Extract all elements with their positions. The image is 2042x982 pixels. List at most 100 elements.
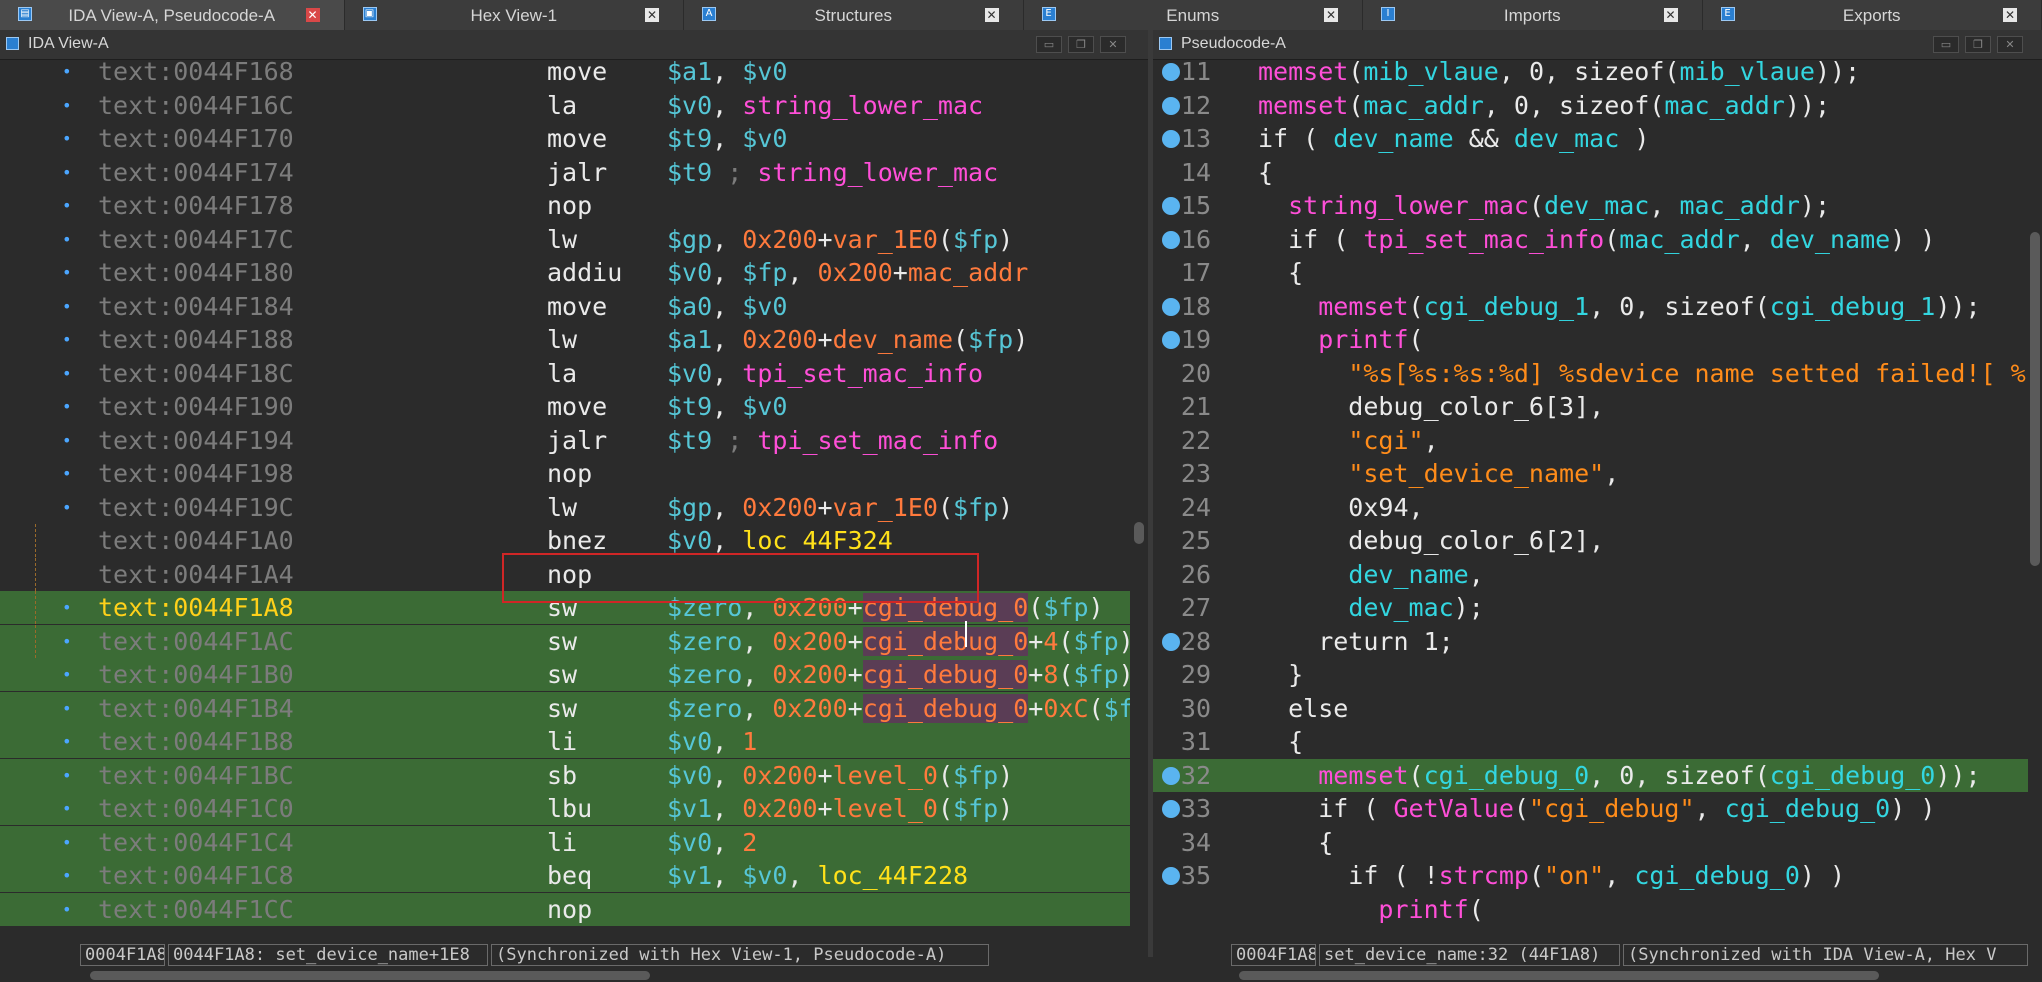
disasm-row[interactable]: •text:0044F1C0lbu$v1, 0x200+level_0($fp) <box>0 792 1130 825</box>
horizontal-scrollbar[interactable] <box>80 968 1130 982</box>
restore-icon[interactable]: ▭ <box>1933 36 1959 53</box>
disasm-row[interactable]: •text:0044F1B4sw$zero, 0x200+cgi_debug_0… <box>0 692 1130 725</box>
code-token: ( <box>1348 60 1363 86</box>
close-icon[interactable]: ✕ <box>1324 8 1338 22</box>
pseudocode-line[interactable]: 35 if ( !strcmp("on", cgi_debug_0) ) <box>1153 859 2028 892</box>
disassembly-listing[interactable]: •text:0044F168move$a1, $v0•text:0044F16C… <box>0 60 1130 944</box>
line-number: 30 <box>1153 692 1211 725</box>
disasm-row[interactable]: •text:0044F170move$t9, $v0 <box>0 122 1130 155</box>
disasm-row[interactable]: •text:0044F168move$a1, $v0 <box>0 60 1130 88</box>
scrollbar-thumb[interactable] <box>1134 522 1144 544</box>
pseudocode-line[interactable]: 13if ( dev_name && dev_mac ) <box>1153 122 2028 155</box>
pseudocode-line[interactable]: 17 { <box>1153 256 2028 289</box>
disasm-row[interactable]: •text:0044F190move$t9, $v0 <box>0 390 1130 423</box>
pseudocode-line[interactable]: 33 if ( GetValue("cgi_debug", cgi_debug_… <box>1153 792 2028 825</box>
branch-arrow <box>35 625 37 658</box>
scrollbar-thumb[interactable] <box>2030 232 2040 566</box>
pseudocode-line[interactable]: 15 string_lower_mac(dev_mac, mac_addr); <box>1153 189 2028 222</box>
close-icon[interactable]: ✕ <box>1664 8 1678 22</box>
close-icon[interactable]: ✕ <box>645 8 659 22</box>
tab-imports[interactable]: IImports✕ <box>1363 0 1703 30</box>
source-text: { <box>1258 725 1303 758</box>
tab-exports[interactable]: EExports✕ <box>1703 0 2042 30</box>
tab-enums[interactable]: EEnums✕ <box>1024 0 1364 30</box>
pseudocode-line[interactable]: 34 { <box>1153 826 2028 859</box>
vertical-scrollbar[interactable] <box>2028 60 2042 944</box>
code-token: )); <box>1815 60 1860 86</box>
disasm-row[interactable]: •text:0044F194jalr$t9 ; tpi_set_mac_info <box>0 424 1130 457</box>
pseudocode-line[interactable]: 24 0x94, <box>1153 491 2028 524</box>
line-number: 19 <box>1153 323 1211 356</box>
code-token: memset <box>1258 60 1348 86</box>
code-token: , <box>1695 794 1725 823</box>
pseudocode-line[interactable]: 28 return 1; <box>1153 625 2028 658</box>
disasm-row[interactable]: •text:0044F198nop <box>0 457 1130 490</box>
source-text: memset(cgi_debug_1, 0, sizeof(cgi_debug_… <box>1258 290 1981 323</box>
pseudocode-line[interactable]: 32 memset(cgi_debug_0, 0, sizeof(cgi_deb… <box>1153 759 2028 792</box>
disasm-row[interactable]: •text:0044F17Clw$gp, 0x200+var_1E0($fp) <box>0 223 1130 256</box>
pseudocode-line[interactable]: 30 else <box>1153 692 2028 725</box>
close-icon[interactable]: ✕ <box>1100 36 1126 53</box>
scrollbar-thumb[interactable] <box>90 971 650 980</box>
code-token: if ( <box>1258 124 1333 153</box>
disasm-row[interactable]: •text:0044F16Cla$v0, string_lower_mac <box>0 89 1130 122</box>
restore-icon[interactable]: ▭ <box>1036 36 1062 53</box>
breakpoint-dot-icon: • <box>62 323 72 356</box>
source-text: memset(cgi_debug_0, 0, sizeof(cgi_debug_… <box>1258 759 1981 792</box>
pseudocode-line[interactable]: 27 dev_mac); <box>1153 591 2028 624</box>
code-token: if ( ! <box>1258 861 1439 890</box>
pseudocode-line[interactable]: printf( <box>1153 893 2028 926</box>
pseudocode-line[interactable]: 23 "set_device_name", <box>1153 457 2028 490</box>
source-text: "set_device_name", <box>1258 457 1619 490</box>
line-number: 32 <box>1153 759 1211 792</box>
disasm-row[interactable]: •text:0044F1B8li$v0, 1 <box>0 725 1130 758</box>
operand-token: $t9 <box>667 392 712 421</box>
pseudocode-line[interactable]: 25 debug_color_6[2], <box>1153 524 2028 557</box>
disasm-row[interactable]: •text:0044F174jalr$t9 ; string_lower_mac <box>0 156 1130 189</box>
disasm-row[interactable]: •text:0044F184move$a0, $v0 <box>0 290 1130 323</box>
scrollbar-thumb[interactable] <box>1239 971 1879 980</box>
tab-structures[interactable]: AStructures✕ <box>684 0 1024 30</box>
source-text: if ( !strcmp("on", cgi_debug_0) ) <box>1258 859 1845 892</box>
pseudocode-listing[interactable]: 11memset(mib_vlaue, 0, sizeof(mib_vlaue)… <box>1153 60 2028 944</box>
pseudocode-line[interactable]: 11memset(mib_vlaue, 0, sizeof(mib_vlaue)… <box>1153 60 2028 88</box>
close-icon[interactable]: ✕ <box>985 8 999 22</box>
pseudocode-line[interactable]: 29 } <box>1153 658 2028 691</box>
pseudocode-line[interactable]: 12memset(mac_addr, 0, sizeof(mac_addr)); <box>1153 89 2028 122</box>
disasm-row[interactable]: •text:0044F18Cla$v0, tpi_set_mac_info <box>0 357 1130 390</box>
pseudocode-line[interactable]: 18 memset(cgi_debug_1, 0, sizeof(cgi_deb… <box>1153 290 2028 323</box>
vertical-scrollbar[interactable] <box>1132 60 1146 944</box>
close-icon[interactable]: ✕ <box>306 8 320 22</box>
close-icon[interactable]: ✕ <box>2003 8 2017 22</box>
maximize-icon[interactable]: ❐ <box>1068 36 1094 53</box>
disasm-row[interactable]: •text:0044F1BCsb$v0, 0x200+level_0($fp) <box>0 759 1130 792</box>
line-number: 21 <box>1153 390 1211 423</box>
pseudocode-line[interactable]: 22 "cgi", <box>1153 424 2028 457</box>
code-token: 0x94, <box>1258 493 1424 522</box>
disasm-row[interactable]: •text:0044F19Clw$gp, 0x200+var_1E0($fp) <box>0 491 1130 524</box>
pseudocode-line[interactable]: 21 debug_color_6[3], <box>1153 390 2028 423</box>
instruction-operands: $zero, 0x200+cgi_debug_0+8($fp) <box>667 658 1130 691</box>
tab-ida-view-a-pseudocode-a[interactable]: ▤IDA View-A, Pseudocode-A✕ <box>0 0 345 30</box>
instruction-address: text:0044F168 <box>98 60 294 88</box>
maximize-icon[interactable]: ❐ <box>1965 36 1991 53</box>
pseudocode-line[interactable]: 14{ <box>1153 156 2028 189</box>
disasm-row[interactable]: •text:0044F1B0sw$zero, 0x200+cgi_debug_0… <box>0 658 1130 691</box>
disasm-row[interactable]: •text:0044F1C4li$v0, 2 <box>0 826 1130 859</box>
tab-hex-view-1[interactable]: ▣Hex View-1✕ <box>345 0 685 30</box>
disasm-row[interactable]: •text:0044F188lw$a1, 0x200+dev_name($fp) <box>0 323 1130 356</box>
pseudocode-line[interactable]: 20 "%s[%s:%s:%d] %sdevice name setted fa… <box>1153 357 2028 390</box>
horizontal-scrollbar[interactable] <box>1231 968 2028 982</box>
disasm-row[interactable]: •text:0044F178nop <box>0 189 1130 222</box>
pseudocode-line[interactable]: 19 printf( <box>1153 323 2028 356</box>
pseudocode-panel: Pseudocode-A ▭ ❐ ✕ 11memset(mib_vlaue, 0… <box>1153 30 2042 957</box>
pseudocode-line[interactable]: 31 { <box>1153 725 2028 758</box>
code-token: "cgi_debug" <box>1529 794 1695 823</box>
close-icon[interactable]: ✕ <box>1997 36 2023 53</box>
disasm-row[interactable]: •text:0044F1ACsw$zero, 0x200+cgi_debug_0… <box>0 625 1130 658</box>
disasm-row[interactable]: •text:0044F1C8beq$v1, $v0, loc_44F228 <box>0 859 1130 892</box>
pseudocode-line[interactable]: 26 dev_name, <box>1153 558 2028 591</box>
disasm-row[interactable]: •text:0044F1CCnop <box>0 893 1130 926</box>
disasm-row[interactable]: •text:0044F180addiu$v0, $fp, 0x200+mac_a… <box>0 256 1130 289</box>
pseudocode-line[interactable]: 16 if ( tpi_set_mac_info(mac_addr, dev_n… <box>1153 223 2028 256</box>
